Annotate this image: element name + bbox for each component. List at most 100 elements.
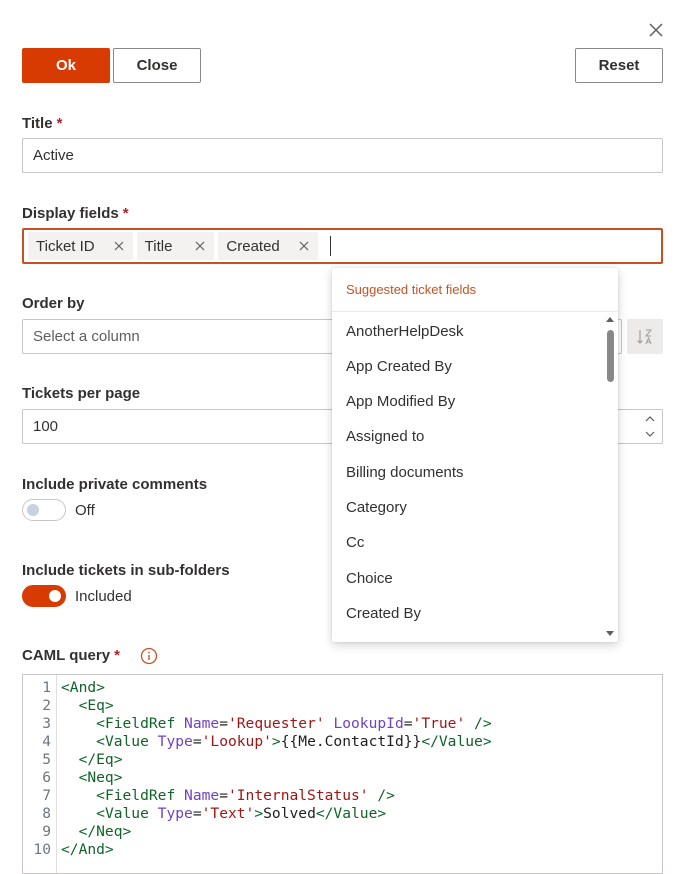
- private-comments-toggle[interactable]: [22, 499, 66, 521]
- code-token: Type: [157, 733, 193, 750]
- toggle-knob: [27, 504, 39, 516]
- code-token: >: [254, 805, 264, 822]
- line-number: 9: [42, 823, 51, 840]
- scroll-up-arrow-icon[interactable]: [606, 316, 614, 324]
- display-fields-label-text: Display fields: [22, 205, 119, 222]
- code-token: </Value>: [315, 805, 387, 822]
- line-number: 3: [42, 715, 51, 732]
- code-token: <Value: [96, 805, 158, 822]
- dropdown-scrollbar[interactable]: [604, 316, 616, 638]
- tag-created: Created: [218, 232, 318, 260]
- required-marker: *: [122, 205, 129, 222]
- code-token: <FieldRef: [96, 787, 185, 804]
- suggestion-item[interactable]: Cc: [332, 525, 604, 560]
- code-line: </And>: [61, 841, 114, 858]
- suggestion-item[interactable]: Assigned to: [332, 419, 604, 454]
- display-fields-picker[interactable]: Ticket ID Title Created: [22, 228, 663, 264]
- code-token: {{Me.ContactId}}: [280, 733, 422, 750]
- line-number: 1: [42, 679, 51, 696]
- reset-button[interactable]: Reset: [575, 48, 663, 83]
- tickets-per-page-label: Tickets per page: [22, 385, 141, 402]
- code-token: <FieldRef: [96, 715, 185, 732]
- code-line: <FieldRef Name='Requester' LookupId='Tru…: [61, 715, 492, 732]
- close-button[interactable]: Close: [113, 48, 201, 83]
- tag-label: Ticket ID: [36, 237, 95, 255]
- close-icon[interactable]: [186, 232, 214, 260]
- code-token: </Neq>: [78, 823, 132, 840]
- code-token: Type: [157, 805, 193, 822]
- suggestions-dropdown: Suggested ticket fields AnotherHelpDesk …: [332, 268, 618, 642]
- code-line: </Eq>: [61, 751, 123, 768]
- info-icon[interactable]: [140, 647, 158, 665]
- code-token: 'Requester': [227, 715, 325, 732]
- line-number-gutter: 1 2 3 4 5 6 7 8 9 10: [23, 675, 57, 873]
- caml-query-label-text: CAML query: [22, 647, 111, 664]
- suggestion-item[interactable]: Choice: [332, 561, 604, 596]
- title-input[interactable]: Active: [22, 138, 663, 173]
- line-number: 8: [42, 805, 51, 822]
- suggestion-item[interactable]: App Created By: [332, 349, 604, 384]
- code-token: =: [192, 733, 202, 750]
- close-icon[interactable]: [644, 18, 668, 42]
- code-token: =: [403, 715, 413, 732]
- sub-folders-label: Include tickets in sub-folders: [22, 562, 230, 579]
- code-token: 'True': [412, 715, 466, 732]
- scroll-down-arrow-icon[interactable]: [606, 629, 614, 637]
- code-line: <Value Type='Text'>Solved</Value>: [61, 805, 386, 822]
- chevron-up-icon[interactable]: [643, 413, 657, 425]
- sort-ascending-icon[interactable]: [627, 319, 663, 354]
- scrollbar-thumb[interactable]: [607, 330, 614, 382]
- tag-ticket-id: Ticket ID: [28, 232, 133, 260]
- suggestion-item[interactable]: Created By: [332, 596, 604, 631]
- suggestion-item[interactable]: Category: [332, 490, 604, 525]
- code-token: Solved: [263, 805, 316, 822]
- suggestion-item[interactable]: AnotherHelpDesk: [332, 314, 604, 349]
- private-comments-state: Off: [75, 502, 95, 519]
- order-by-label: Order by: [22, 295, 85, 312]
- order-by-placeholder: Select a column: [33, 328, 140, 345]
- code-token: Name: [184, 715, 220, 732]
- code-token: />: [465, 715, 492, 732]
- close-icon[interactable]: [105, 232, 133, 260]
- code-token: <Neq>: [78, 769, 123, 786]
- required-marker: *: [56, 115, 63, 132]
- suggestions-header: Suggested ticket fields: [332, 268, 618, 312]
- text-caret: [329, 236, 331, 256]
- line-number: 4: [42, 733, 51, 750]
- code-line: <Neq>: [61, 769, 123, 786]
- tag-label: Created: [226, 237, 280, 255]
- code-token: 'InternalStatus': [227, 787, 369, 804]
- code-token: LookupId: [333, 715, 404, 732]
- display-fields-label: Display fields *: [22, 205, 129, 222]
- close-icon[interactable]: [290, 232, 318, 260]
- chevron-down-icon[interactable]: [643, 428, 657, 440]
- ok-button[interactable]: Ok: [22, 48, 110, 83]
- line-number: 5: [42, 751, 51, 768]
- code-line: <Value Type='Lookup'>{{Me.ContactId}}</V…: [61, 733, 491, 750]
- code-line: <FieldRef Name='InternalStatus' />: [61, 787, 395, 804]
- code-token: <Value: [96, 733, 158, 750]
- line-number: 7: [42, 787, 51, 804]
- code-token: 'Lookup': [201, 733, 272, 750]
- line-number: 6: [42, 769, 51, 786]
- line-number: 2: [42, 697, 51, 714]
- title-input-value: Active: [33, 147, 74, 164]
- code-line: <And>: [61, 679, 105, 696]
- code-token: >: [271, 733, 281, 750]
- tag-label: Title: [144, 237, 173, 255]
- sub-folders-toggle[interactable]: [22, 585, 66, 607]
- code-token: 'Text': [201, 805, 255, 822]
- suggestion-item[interactable]: Billing documents: [332, 455, 604, 490]
- caml-code-editor[interactable]: 1 2 3 4 5 6 7 8 9 10 <And> <Eq> <FieldRef Name='R…: [22, 674, 663, 874]
- code-token: />: [368, 787, 395, 804]
- code-token: =: [219, 787, 228, 804]
- line-number: 10: [33, 841, 51, 858]
- suggestion-item[interactable]: App Modified By: [332, 384, 604, 419]
